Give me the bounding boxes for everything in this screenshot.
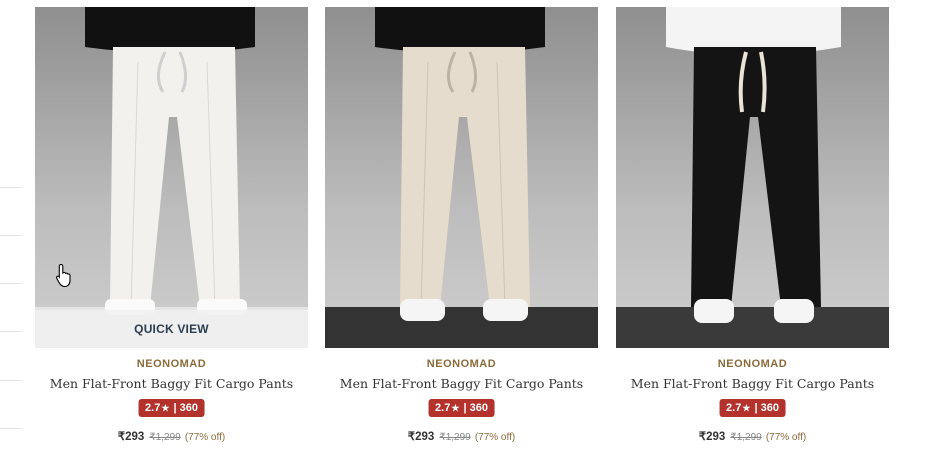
divider xyxy=(0,331,22,332)
product-card[interactable]: NEONOMAD Men Flat-Front Baggy Fit Cargo … xyxy=(616,7,889,457)
rating-value: 2.7 xyxy=(435,402,451,414)
product-image[interactable]: QUICK VIEW xyxy=(35,7,308,348)
product-card[interactable]: QUICK VIEW NEONOMAD Men Flat-Front Baggy… xyxy=(35,7,308,457)
rating-separator: | xyxy=(170,402,180,414)
price-line: ₹293 ₹1,299 (77% off) xyxy=(616,429,889,443)
price: ₹293 xyxy=(407,431,435,443)
product-image[interactable] xyxy=(325,7,598,348)
brand-name: NEONOMAD xyxy=(717,358,788,370)
rating-badge: 2.7★ | 360 xyxy=(138,399,205,417)
star-icon: ★ xyxy=(451,403,460,413)
product-image[interactable] xyxy=(616,7,889,348)
rating-count: 360 xyxy=(469,402,488,414)
price-line: ₹293 ₹1,299 (77% off) xyxy=(35,429,308,443)
rating-value: 2.7 xyxy=(145,402,161,414)
rating-badge: 2.7★ | 360 xyxy=(719,399,786,417)
divider xyxy=(0,283,22,284)
mrp: ₹1,299 xyxy=(149,432,181,443)
discount: (77% off) xyxy=(765,432,807,443)
product-title[interactable]: Men Flat-Front Baggy Fit Cargo Pants xyxy=(325,376,598,391)
divider xyxy=(0,428,22,429)
product-photo xyxy=(616,7,889,348)
product-photo xyxy=(35,7,308,348)
divider xyxy=(0,235,22,236)
left-filter-panel-edge xyxy=(0,0,22,462)
product-title[interactable]: Men Flat-Front Baggy Fit Cargo Pants xyxy=(616,376,889,391)
brand-name: NEONOMAD xyxy=(426,358,497,370)
price: ₹293 xyxy=(698,431,726,443)
price: ₹293 xyxy=(117,431,145,443)
star-icon: ★ xyxy=(742,403,751,413)
product-title[interactable]: Men Flat-Front Baggy Fit Cargo Pants xyxy=(35,376,308,391)
star-icon: ★ xyxy=(161,403,170,413)
brand-name: NEONOMAD xyxy=(136,358,207,370)
mrp: ₹1,299 xyxy=(730,432,762,443)
divider xyxy=(0,187,22,188)
product-photo xyxy=(325,7,598,348)
rating-separator: | xyxy=(460,402,470,414)
rating-value: 2.7 xyxy=(726,402,742,414)
divider xyxy=(0,380,22,381)
hand-pointer-icon xyxy=(56,263,71,288)
mrp: ₹1,299 xyxy=(439,432,471,443)
rating-count: 360 xyxy=(760,402,779,414)
discount: (77% off) xyxy=(184,432,226,443)
product-card[interactable]: NEONOMAD Men Flat-Front Baggy Fit Cargo … xyxy=(325,7,598,457)
price-line: ₹293 ₹1,299 (77% off) xyxy=(325,429,598,443)
rating-badge: 2.7★ | 360 xyxy=(428,399,495,417)
quick-view-button[interactable]: QUICK VIEW xyxy=(35,310,308,348)
discount: (77% off) xyxy=(474,432,516,443)
rating-count: 360 xyxy=(179,402,198,414)
rating-separator: | xyxy=(751,402,761,414)
